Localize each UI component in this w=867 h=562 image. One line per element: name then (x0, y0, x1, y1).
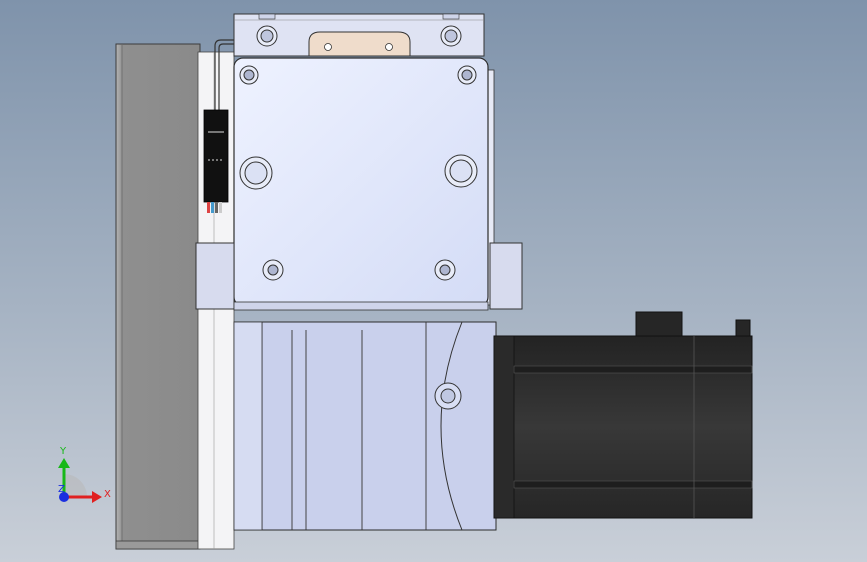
z-axis-label: Z (58, 484, 65, 495)
slider-plate (233, 57, 495, 307)
gearbox (233, 321, 497, 531)
y-axis-label: Y (59, 446, 67, 457)
coordinate-triad: Y X Z (58, 446, 111, 503)
x-axis-arrowhead (92, 491, 102, 503)
y-axis-arrowhead (58, 458, 70, 468)
servo-motor (493, 311, 753, 519)
limit-sensor (203, 109, 229, 213)
assembly-drawing: Y X Z (58, 13, 753, 550)
nameplate (308, 31, 411, 57)
cad-viewport[interactable]: Y X Z (0, 0, 867, 562)
x-axis-label: X (104, 489, 111, 500)
base-plate (115, 43, 201, 550)
